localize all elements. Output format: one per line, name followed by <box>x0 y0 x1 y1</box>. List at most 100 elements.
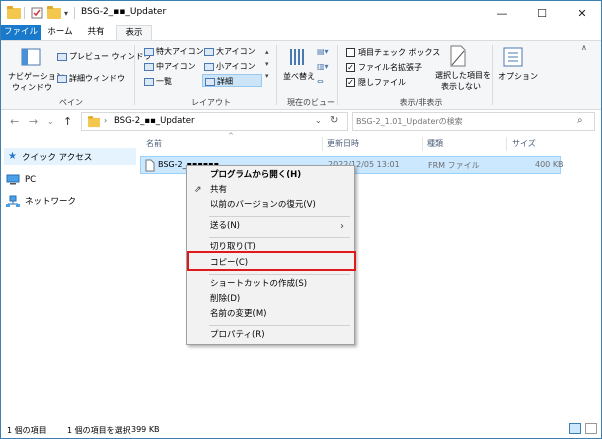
column-header-name[interactable]: 名前 <box>146 138 162 149</box>
tab-home[interactable]: ホーム <box>44 25 76 40</box>
tab-share[interactable]: 共有 <box>80 25 112 40</box>
folder-icon <box>7 5 21 20</box>
navigation-pane-label: ナビゲーション <box>8 72 64 81</box>
layout-small[interactable]: 小アイコン <box>204 61 256 72</box>
menu-item-share[interactable]: ⇗ 共有 <box>189 183 352 198</box>
share-icon: ⇗ <box>194 185 202 195</box>
forward-button[interactable]: → <box>29 115 38 128</box>
search-input[interactable] <box>356 115 566 128</box>
layout-large-label: 大アイコン <box>216 47 256 56</box>
layout-large[interactable]: 大アイコン <box>204 46 256 57</box>
menu-item-restore[interactable]: 以前のバージョンの復元(V) <box>189 198 352 213</box>
group-by-icon[interactable]: ▤▾ <box>317 47 329 56</box>
menu-item-open-with[interactable]: プログラムから開く(H) <box>189 168 352 183</box>
layout-medium-label: 中アイコン <box>156 62 196 71</box>
refresh-icon[interactable]: ↻ <box>330 115 338 126</box>
recent-locations-icon[interactable]: ⌄ <box>47 117 54 126</box>
current-view-group-label: 現在のビュー <box>287 98 335 107</box>
divider <box>422 137 423 151</box>
menu-item-create-shortcut[interactable]: ショートカットの作成(S) <box>189 277 352 292</box>
layout-small-label: 小アイコン <box>216 62 256 71</box>
checkbox-checked-icon: ✓ <box>346 63 355 72</box>
preview-pane-icon <box>57 52 67 61</box>
divider <box>209 237 350 238</box>
layout-extra-large[interactable]: 特大アイコン <box>144 46 204 57</box>
divider <box>276 45 277 105</box>
preview-pane-button[interactable]: プレビュー ウィンドウ <box>57 51 152 62</box>
maximize-button[interactable]: ☐ <box>522 1 562 25</box>
sort-label: 並べ替え <box>283 72 315 81</box>
details-view-icon <box>205 77 215 86</box>
file-type: FRM ファイル <box>428 161 480 170</box>
chevron-down-icon[interactable]: ⌄ <box>315 116 322 125</box>
chevron-up-icon[interactable]: ∧ <box>581 43 587 52</box>
menu-item-rename[interactable]: 名前の変更(M) <box>189 307 352 322</box>
options-icon <box>503 47 523 67</box>
show-hide-group-label: 表示/非表示 <box>399 98 443 107</box>
divider <box>209 325 350 326</box>
medium-icons-icon <box>144 62 154 71</box>
extra-large-icons-icon <box>144 47 154 56</box>
nav-item-pc[interactable]: PC <box>4 171 136 188</box>
divider <box>337 45 338 105</box>
details-pane-button[interactable]: 詳細ウィンドウ <box>57 73 125 84</box>
divider <box>24 7 25 19</box>
navigation-pane-label-2: ウィンドウ <box>12 83 52 92</box>
menu-item-properties[interactable]: プロパティ(R) <box>189 328 352 343</box>
layout-details[interactable]: 詳細 <box>202 74 262 87</box>
divider <box>209 274 350 275</box>
column-header-date[interactable]: 更新日時 <box>327 138 359 149</box>
ribbon-tabs: ファイル ホーム 共有 表示 <box>1 25 601 40</box>
add-columns-icon[interactable]: ▥▾ <box>317 62 329 71</box>
hide-selected-label-2: 表示しない <box>441 82 481 91</box>
nav-item-network[interactable]: ネットワーク <box>4 192 136 209</box>
status-item-count: 1 個の項目 <box>7 426 47 435</box>
explorer-window: ▾ BSG-2_▪▪_Updater — ☐ ✕ ファイル ホーム 共有 表示 … <box>0 0 602 439</box>
file-extensions-toggle[interactable]: ✓ ファイル名拡張子 <box>346 62 422 73</box>
computer-icon <box>6 174 20 185</box>
navigation-pane-icon <box>21 48 41 66</box>
small-icons-icon <box>204 62 214 71</box>
file-icon <box>145 159 155 172</box>
tab-view[interactable]: 表示 <box>116 25 152 40</box>
status-size: 399 KB <box>131 425 160 434</box>
menu-item-delete[interactable]: 削除(D) <box>189 292 352 307</box>
up-button[interactable]: ↑ <box>63 115 72 128</box>
layout-medium[interactable]: 中アイコン <box>144 61 196 72</box>
item-checkboxes-toggle[interactable]: 項目チェック ボックス <box>346 47 440 58</box>
tab-file[interactable]: ファイル <box>1 25 41 40</box>
title-bar: ▾ BSG-2_▪▪_Updater — ☐ ✕ <box>1 1 601 25</box>
checkbox-checked-icon: ✓ <box>346 78 355 87</box>
layout-details-label: 詳細 <box>217 77 233 86</box>
navigation-pane: ★ クイック アクセス PC ネットワーク <box>1 136 141 421</box>
menu-item-share-label: 共有 <box>210 185 228 195</box>
search-box[interactable]: ⌕ <box>352 112 595 131</box>
new-folder-icon[interactable] <box>47 5 61 20</box>
preview-pane-label: プレビュー ウィンドウ <box>69 52 152 61</box>
hide-selected-icon <box>450 45 466 67</box>
nav-item-label: PC <box>25 174 37 185</box>
layout-scroll[interactable]: ▴ ▾ ▾ <box>265 46 269 82</box>
menu-item-send-to-label: 送る(N) <box>210 221 240 231</box>
address-bar[interactable]: › BSG-2_▪▪_Updater ⌄ ↻ <box>81 112 348 131</box>
divider <box>134 45 135 105</box>
properties-icon[interactable] <box>31 6 43 20</box>
copy-highlight-box <box>187 251 356 271</box>
layout-list[interactable]: 一覧 <box>144 76 172 87</box>
hidden-files-toggle[interactable]: ✓ 隠しファイル <box>346 77 406 88</box>
chevron-down-icon[interactable]: ▾ <box>64 6 68 20</box>
address-text: BSG-2_▪▪_Updater <box>114 116 195 126</box>
menu-item-send-to[interactable]: 送る(N) › <box>189 219 352 234</box>
nav-item-quick-access[interactable]: ★ クイック アクセス <box>4 148 136 165</box>
nav-item-label: クイック アクセス <box>21 152 93 163</box>
status-bar: 1 個の項目 1 個の項目を選択 399 KB <box>1 421 601 438</box>
details-view-toggle-icon[interactable] <box>569 423 581 434</box>
back-button[interactable]: ← <box>10 115 19 128</box>
size-columns-icon[interactable]: ⇔ <box>317 77 324 86</box>
checkbox-empty-icon <box>346 48 355 57</box>
close-button[interactable]: ✕ <box>562 1 602 25</box>
column-header-size[interactable]: サイズ <box>512 138 536 149</box>
large-icons-toggle-icon[interactable] <box>585 423 597 434</box>
minimize-button[interactable]: — <box>482 1 522 25</box>
column-header-type[interactable]: 種類 <box>427 138 443 149</box>
